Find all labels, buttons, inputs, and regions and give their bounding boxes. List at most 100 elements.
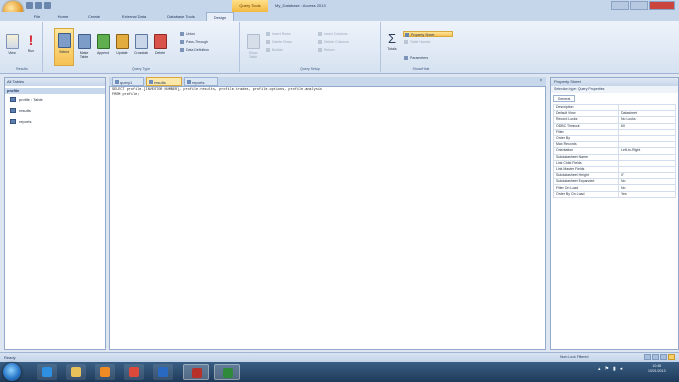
show-hidden-icons-icon[interactable]: ▴: [598, 366, 601, 372]
crosstab-button[interactable]: Crosstab: [134, 34, 148, 55]
property-name: Order By On Load: [553, 190, 619, 198]
crosstab-label: Crosstab: [134, 51, 149, 55]
taskbar-app[interactable]: [153, 364, 173, 380]
pass-through-button[interactable]: Pass-Through: [180, 39, 208, 45]
delete-columns-button[interactable]: Delete Columns: [318, 39, 349, 45]
select-query-icon: [57, 33, 71, 48]
sql-line: FROM profile;: [112, 93, 140, 97]
update-icon: [115, 34, 129, 49]
close-document-icon[interactable]: ×: [538, 78, 544, 84]
union-icon: [180, 32, 184, 37]
group-label: Query Type: [131, 67, 151, 71]
system-tray: ▴ ⚑ ▮ ◂: [598, 366, 622, 372]
nav-item-reports[interactable]: reports: [10, 118, 31, 126]
taskbar-app[interactable]: [124, 364, 144, 380]
delete-rows-button[interactable]: Delete Rows: [266, 39, 292, 45]
builder-icon: [266, 48, 270, 53]
property-sheet-icon: [405, 33, 409, 38]
taskbar-app[interactable]: [214, 364, 240, 380]
tab-create[interactable]: Create: [80, 12, 108, 21]
datasheet-view-icon[interactable]: [644, 354, 651, 360]
tab-database-tools[interactable]: Database Tools: [160, 12, 202, 21]
delete-label: Delete: [154, 51, 166, 55]
tab-design[interactable]: Design: [206, 12, 234, 21]
property-value[interactable]: Yes: [618, 190, 676, 198]
internet-explorer-icon: [42, 367, 52, 377]
view-label: View: [8, 51, 16, 55]
builder-button[interactable]: Builder: [266, 47, 283, 53]
nav-item-results[interactable]: results: [10, 107, 31, 115]
doc-tab-reports[interactable]: reports: [184, 77, 218, 86]
window-controls: [611, 1, 675, 10]
tab-home[interactable]: Home: [52, 12, 74, 21]
access-icon: [192, 368, 202, 378]
select-query-button[interactable]: Select: [54, 28, 74, 66]
clock-date: 10/21/2013: [648, 369, 666, 373]
tab-general[interactable]: General: [553, 95, 575, 102]
insert-columns-label: Insert Columns: [324, 32, 348, 36]
view-button[interactable]: View: [5, 34, 19, 55]
insert-columns-button[interactable]: Insert Columns: [318, 31, 348, 37]
taskbar-app[interactable]: [37, 364, 57, 380]
tab-file[interactable]: File: [27, 12, 47, 21]
doc-tab-results[interactable]: results: [146, 77, 182, 86]
crosstab-icon: [134, 34, 148, 49]
close-icon[interactable]: [649, 1, 675, 10]
parameters-button[interactable]: Parameters: [404, 55, 428, 61]
append-label: Append: [96, 51, 110, 55]
excel-icon: [223, 368, 233, 378]
volume-icon[interactable]: ◂: [620, 366, 623, 372]
clock[interactable]: 10:48 10/21/2013: [648, 364, 666, 374]
nav-item-label: profile : Table: [19, 97, 43, 102]
maximize-icon[interactable]: [630, 1, 648, 10]
taskbar-app[interactable]: [66, 364, 86, 380]
doc-tab-query1[interactable]: query1: [112, 77, 144, 86]
table-names-label: Table Names: [410, 40, 431, 44]
return-dropdown[interactable]: Return:: [318, 47, 335, 53]
status-text: Ready: [4, 355, 16, 360]
make-table-button[interactable]: Make Table: [77, 34, 91, 59]
make-table-label: Make Table: [79, 51, 89, 59]
nav-pane-header[interactable]: All Tables: [5, 78, 105, 86]
taskbar-app[interactable]: [95, 364, 115, 380]
sql-editor[interactable]: [109, 86, 546, 350]
sql-view-icon[interactable]: [660, 354, 667, 360]
undo-icon[interactable]: [35, 2, 42, 9]
group-query-setup: Query Setup: [240, 22, 381, 72]
redo-icon[interactable]: [44, 2, 51, 9]
run-button[interactable]: ! Run: [24, 33, 38, 53]
start-button-icon[interactable]: [3, 363, 21, 381]
minimize-icon[interactable]: [611, 1, 629, 10]
delete-button[interactable]: Delete: [153, 34, 167, 55]
return-label: Return:: [324, 48, 336, 52]
update-button[interactable]: Update: [115, 34, 129, 55]
taskbar-app[interactable]: [183, 364, 209, 380]
property-row[interactable]: Order By On Load Yes: [553, 190, 676, 198]
show-table-button[interactable]: Show Table: [246, 34, 260, 59]
data-definition-button[interactable]: Data Definition: [180, 47, 209, 53]
pivot-table-view-icon[interactable]: [652, 354, 659, 360]
nav-item-profile-table[interactable]: profile : Table: [10, 96, 43, 104]
append-button[interactable]: Append: [96, 34, 110, 55]
table-names-button[interactable]: Table Names: [404, 39, 430, 45]
save-icon[interactable]: [26, 2, 33, 9]
run-label: Run: [27, 49, 35, 53]
flag-icon[interactable]: ⚑: [605, 366, 609, 372]
network-icon[interactable]: ▮: [613, 366, 616, 372]
nav-group-header[interactable]: profile: [5, 88, 105, 94]
delete-columns-icon: [318, 40, 322, 45]
quick-access-toolbar: [26, 2, 51, 10]
show-table-label: Show Table: [248, 51, 258, 59]
nav-item-label: reports: [19, 119, 32, 124]
totals-label: Totals: [387, 47, 397, 51]
union-button[interactable]: Union: [180, 31, 195, 37]
table-names-icon: [404, 40, 408, 45]
insert-rows-button[interactable]: Insert Rows: [266, 31, 290, 37]
property-table: Description Default View Datasheet Record L…: [553, 103, 676, 198]
totals-button[interactable]: Σ Totals: [385, 32, 399, 51]
insert-rows-icon: [266, 32, 270, 37]
design-view-icon[interactable]: [668, 354, 675, 360]
property-sheet-button[interactable]: Property Sheet: [403, 31, 453, 38]
tab-external-data[interactable]: External Data: [114, 12, 154, 21]
nav-item-label: results: [19, 108, 31, 113]
